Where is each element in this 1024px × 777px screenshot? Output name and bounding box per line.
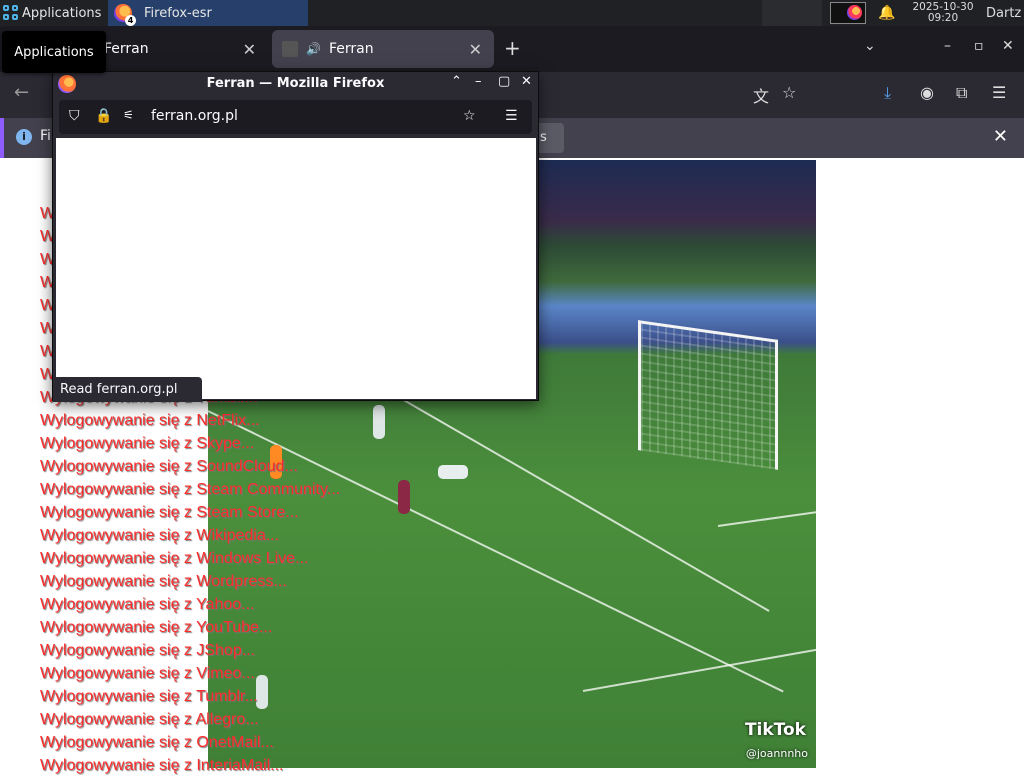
taskbar-item-label: Firefox-esr: [144, 5, 212, 21]
tab-close-icon[interactable]: ✕: [243, 40, 256, 59]
extensions-icon[interactable]: ⧉: [956, 83, 967, 103]
popup-page-content: [56, 138, 536, 399]
lock-icon[interactable]: 🔒: [95, 108, 112, 124]
taskbar-item-firefox[interactable]: 4 Firefox-esr: [108, 0, 308, 26]
logout-message: Wylogowywanie się z YouTube...: [40, 619, 273, 636]
window-count-badge: 4: [125, 15, 136, 26]
logout-message: Wylogowywanie się z InteriaMail...: [40, 757, 284, 774]
translate-icon[interactable]: 文: [753, 83, 769, 107]
notification-text: Fi: [40, 128, 51, 144]
notifications-bell-icon[interactable]: 🔔: [876, 5, 898, 21]
tab-ferran-2[interactable]: 🔊 Ferran ✕: [272, 30, 494, 68]
logout-message: Wylogowywanie się z SoundCloud...: [40, 458, 298, 475]
taskbar: Applications 4 Firefox-esr 🔔 2025-10-30 …: [0, 0, 1024, 26]
applications-icon: [3, 5, 19, 21]
permissions-icon[interactable]: ⚟: [123, 108, 134, 122]
goal-net: [638, 320, 778, 470]
tab-favicon: [282, 41, 298, 57]
bookmark-star-icon[interactable]: ☆: [782, 83, 796, 102]
logout-message: Wylogowywanie się z Tumblr...: [40, 688, 258, 705]
firefox-icon: 4: [114, 4, 136, 26]
info-icon: i: [16, 129, 32, 145]
tab-close-icon[interactable]: ✕: [469, 40, 482, 59]
popup-minimize-icon[interactable]: –: [475, 74, 482, 89]
tracking-shield-icon[interactable]: ⛉: [69, 108, 80, 124]
applications-menu-button[interactable]: Applications: [0, 0, 108, 26]
user-menu[interactable]: Dartz: [986, 6, 1024, 21]
clock[interactable]: 2025-10-30 09:20: [910, 2, 976, 24]
logout-message: Wylogowywanie się z Steam Store...: [40, 504, 299, 521]
account-icon[interactable]: ◉: [920, 83, 934, 102]
pitch-line: [582, 648, 816, 692]
logout-message: Wylogowywanie się z Wordpress...: [40, 573, 287, 590]
applications-label: Applications: [22, 5, 102, 21]
hamburger-menu-icon[interactable]: ☰: [992, 83, 1006, 102]
speaker-icon[interactable]: 🔊: [306, 42, 321, 56]
popup-url-bar[interactable]: ⛉ 🔒 ⚟ ferran.org.pl ☆ ☰: [59, 100, 532, 134]
logout-message: Wylogowywanie się z Yahoo...: [40, 596, 255, 613]
tiktok-username: @joannnho: [745, 747, 808, 760]
logout-message: Wylogowywanie się z Steam Community...: [40, 481, 341, 498]
close-window-icon[interactable]: ✕: [1002, 38, 1014, 54]
list-all-tabs-chevron-icon[interactable]: ⌄: [864, 38, 876, 54]
popup-shade-icon[interactable]: ⌃: [451, 74, 462, 89]
notification-close-icon[interactable]: ✕: [993, 126, 1008, 147]
minimize-icon[interactable]: –: [944, 38, 951, 54]
tab-strip: Ferran ✕ 🔊 Ferran ✕ + ⌄ – ▫ ✕: [0, 26, 1024, 72]
tiktok-watermark: TikTok: [744, 720, 806, 740]
logout-message: Wylogowywanie się z Allegro...: [40, 711, 259, 728]
system-tray: 🔔 2025-10-30 09:20 Dartz: [762, 0, 1024, 26]
popup-window-title: Ferran — Mozilla Firefox: [206, 76, 385, 91]
logout-message: Wylogowywanie się z JShop...: [40, 642, 256, 659]
applications-tooltip: Applications: [2, 31, 106, 73]
logout-message: Wylogowywanie się z Skype...: [40, 435, 255, 452]
popup-status-text: Read ferran.org.pl: [53, 377, 202, 402]
popup-url-text: ferran.org.pl: [151, 108, 238, 124]
tab-label: Ferran: [328, 41, 374, 57]
firefox-tray-icon[interactable]: [830, 2, 866, 24]
back-arrow-icon[interactable]: ←: [14, 82, 29, 103]
bookmark-star-icon[interactable]: ☆: [463, 108, 476, 124]
tab-label: Ferran: [104, 41, 149, 57]
logout-message: Wylogowywanie się z NetFlix...: [40, 412, 260, 429]
clock-time: 09:20: [927, 12, 959, 24]
downloads-icon[interactable]: ⤓: [884, 83, 891, 103]
tray-spacer: [762, 0, 822, 26]
logout-message: Wylogowywanie się z Wikipedia...: [40, 527, 280, 544]
logout-message: Wylogowywanie się z OnetMail...: [40, 734, 274, 751]
new-tab-icon[interactable]: +: [504, 36, 521, 60]
popup-maximize-icon[interactable]: ▢: [498, 74, 510, 89]
popup-close-icon[interactable]: ✕: [521, 74, 532, 89]
popup-menu-icon[interactable]: ☰: [505, 108, 518, 124]
pitch-line: [717, 511, 816, 527]
logout-message: Wylogowywanie się z Vimeo...: [40, 665, 255, 682]
popup-browser-window[interactable]: Ferran — Mozilla Firefox ⌃ – ▢ ✕ ⛉ 🔒 ⚟ f…: [52, 71, 539, 402]
logout-message: Wylogowywanie się z Windows Live...: [40, 550, 309, 567]
maximize-icon[interactable]: ▫: [974, 38, 984, 54]
